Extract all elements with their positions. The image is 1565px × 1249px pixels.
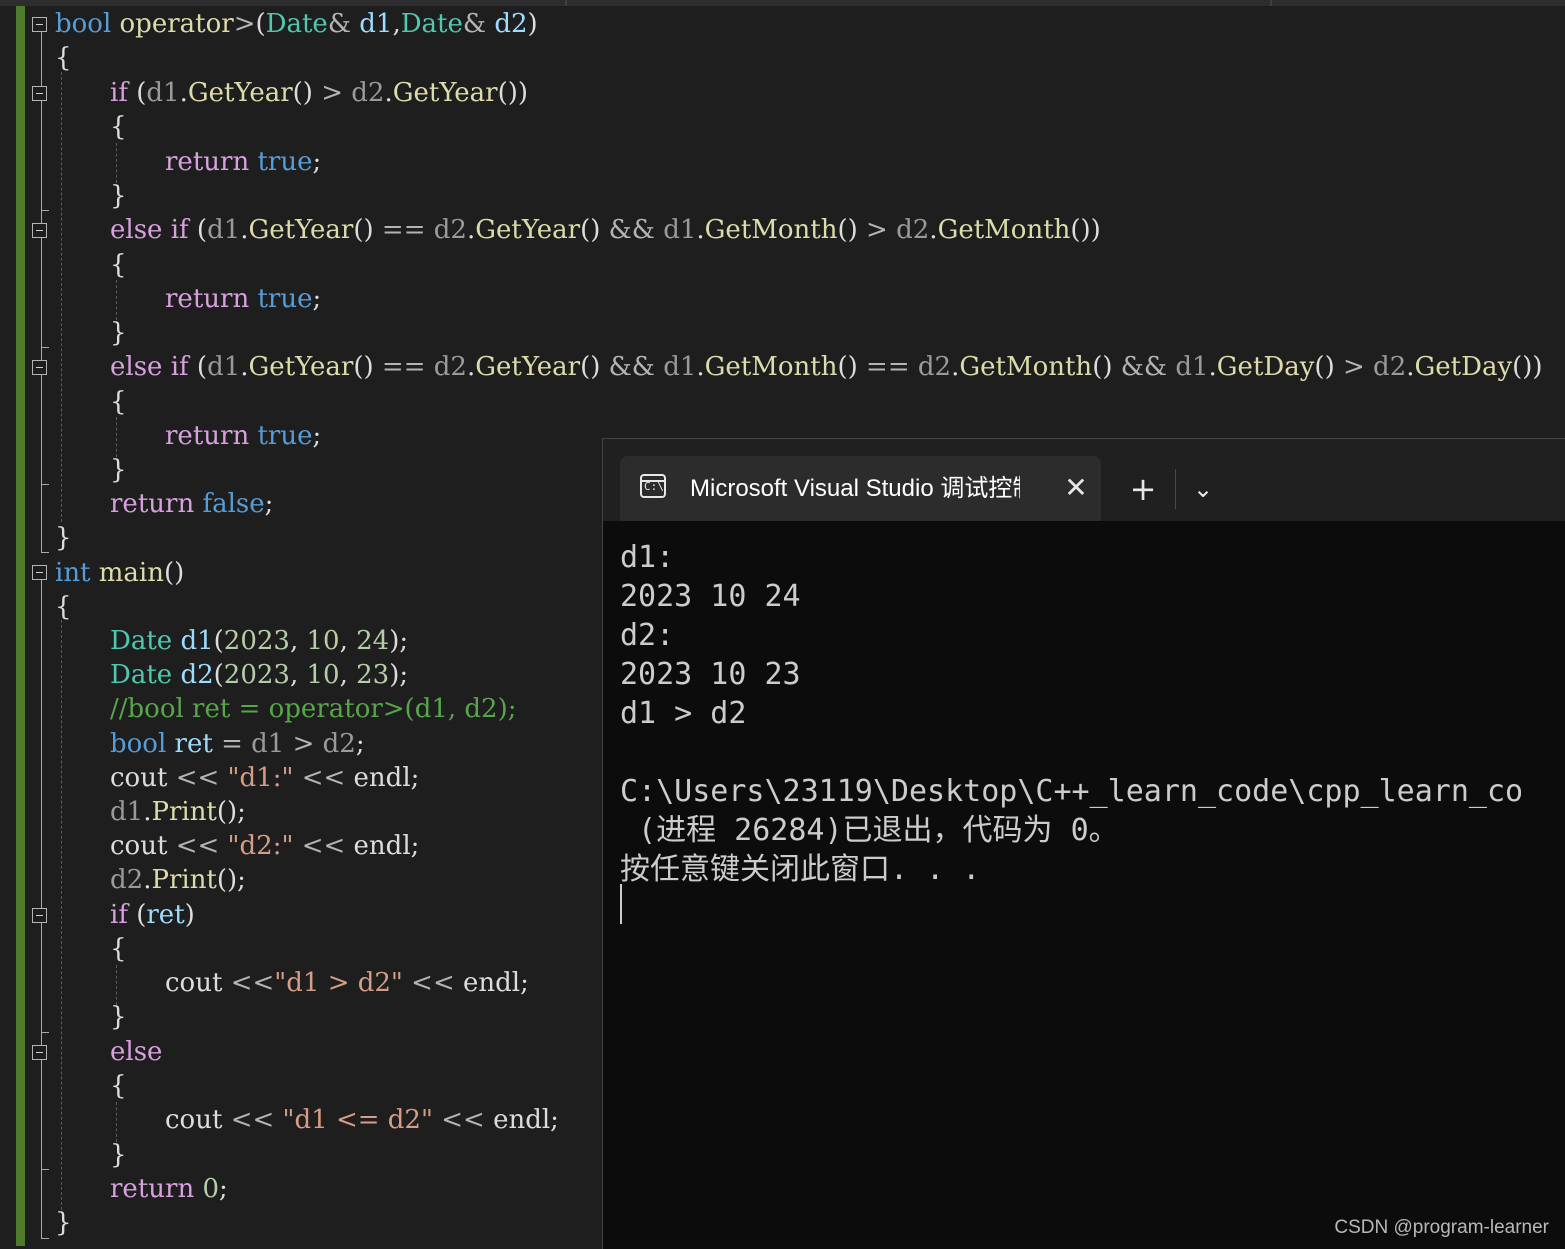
console-output-line: 按任意键关闭此窗口. . .	[620, 852, 981, 887]
code-line: if (d1.GetYear() > d2.GetYear())	[110, 78, 528, 108]
code-line: {	[55, 592, 72, 622]
console-icon: C:\	[640, 474, 666, 498]
console-output-line: d2:	[620, 618, 675, 653]
debug-console-window[interactable]: C:\ Microsoft Visual Studio 调试控制台 ✕ + ⌄ …	[602, 438, 1565, 1249]
code-line: {	[110, 387, 127, 417]
code-line: }	[55, 523, 72, 553]
title-divider	[1175, 469, 1176, 509]
code-line: {	[110, 934, 127, 964]
console-title-bar: C:\ Microsoft Visual Studio 调试控制台 ✕ + ⌄	[603, 439, 1565, 521]
code-line: return true;	[165, 284, 322, 314]
console-tab-title: Microsoft Visual Studio 调试控制台	[690, 475, 1020, 502]
code-line: return true;	[165, 147, 322, 177]
chevron-down-icon[interactable]: ⌄	[1183, 469, 1223, 509]
code-line: if (ret)	[110, 900, 195, 930]
code-line: {	[110, 1071, 127, 1101]
text-cursor	[620, 884, 622, 924]
close-icon[interactable]: ✕	[1058, 470, 1094, 506]
code-line: {	[110, 250, 127, 280]
code-line: else if (d1.GetYear() == d2.GetYear() &&…	[110, 352, 1543, 382]
code-line: }	[110, 181, 127, 211]
code-line: }	[110, 455, 127, 485]
code-line: d1.Print();	[110, 797, 246, 827]
code-line: return true;	[165, 421, 322, 451]
console-output-line: C:\Users\23119\Desktop\C++_learn_code\cp…	[620, 774, 1524, 809]
console-output-line: (进程 26284)已退出，代码为 0。	[620, 813, 1119, 848]
code-line: Date d1(2023, 10, 24);	[110, 626, 409, 656]
console-output: d1: 2023 10 24 d2: 2023 10 23 d1 > d2 C:\User…	[620, 538, 1565, 1238]
code-line: else	[110, 1037, 163, 1067]
console-output-line: d1 > d2	[620, 696, 747, 731]
console-output-line: 2023 10 23	[620, 657, 801, 692]
watermark: CSDN @program-learner	[1334, 1217, 1549, 1238]
code-line: return 0;	[110, 1174, 228, 1204]
code-line: d2.Print();	[110, 865, 246, 895]
code-line: bool operator>(Date& d1,Date& d2)	[55, 9, 538, 39]
code-line: cout <<"d1 > d2" << endl;	[165, 968, 529, 998]
new-tab-button[interactable]: +	[1123, 469, 1163, 509]
code-line: }	[110, 1002, 127, 1032]
code-line: }	[110, 318, 127, 348]
code-line: //bool ret = operator>(d1, d2);	[110, 694, 517, 724]
code-line: else if (d1.GetYear() == d2.GetYear() &&…	[110, 215, 1101, 245]
code-line: {	[110, 112, 127, 142]
code-line: cout << "d1 <= d2" << endl;	[165, 1105, 559, 1135]
code-line: {	[55, 43, 72, 73]
console-tab[interactable]: C:\ Microsoft Visual Studio 调试控制台 ✕	[620, 456, 1101, 521]
code-line: }	[55, 1208, 72, 1238]
code-line: return false;	[110, 489, 274, 519]
code-line: cout << "d1:" << endl;	[110, 763, 420, 793]
code-line: bool ret = d1 > d2;	[110, 729, 365, 759]
code-line: }	[110, 1140, 127, 1170]
console-output-line: d1:	[620, 540, 675, 575]
code-line: cout << "d2:" << endl;	[110, 831, 420, 861]
code-line: int main()	[55, 558, 185, 588]
code-line: Date d2(2023, 10, 23);	[110, 660, 409, 690]
console-output-line: 2023 10 24	[620, 579, 801, 614]
